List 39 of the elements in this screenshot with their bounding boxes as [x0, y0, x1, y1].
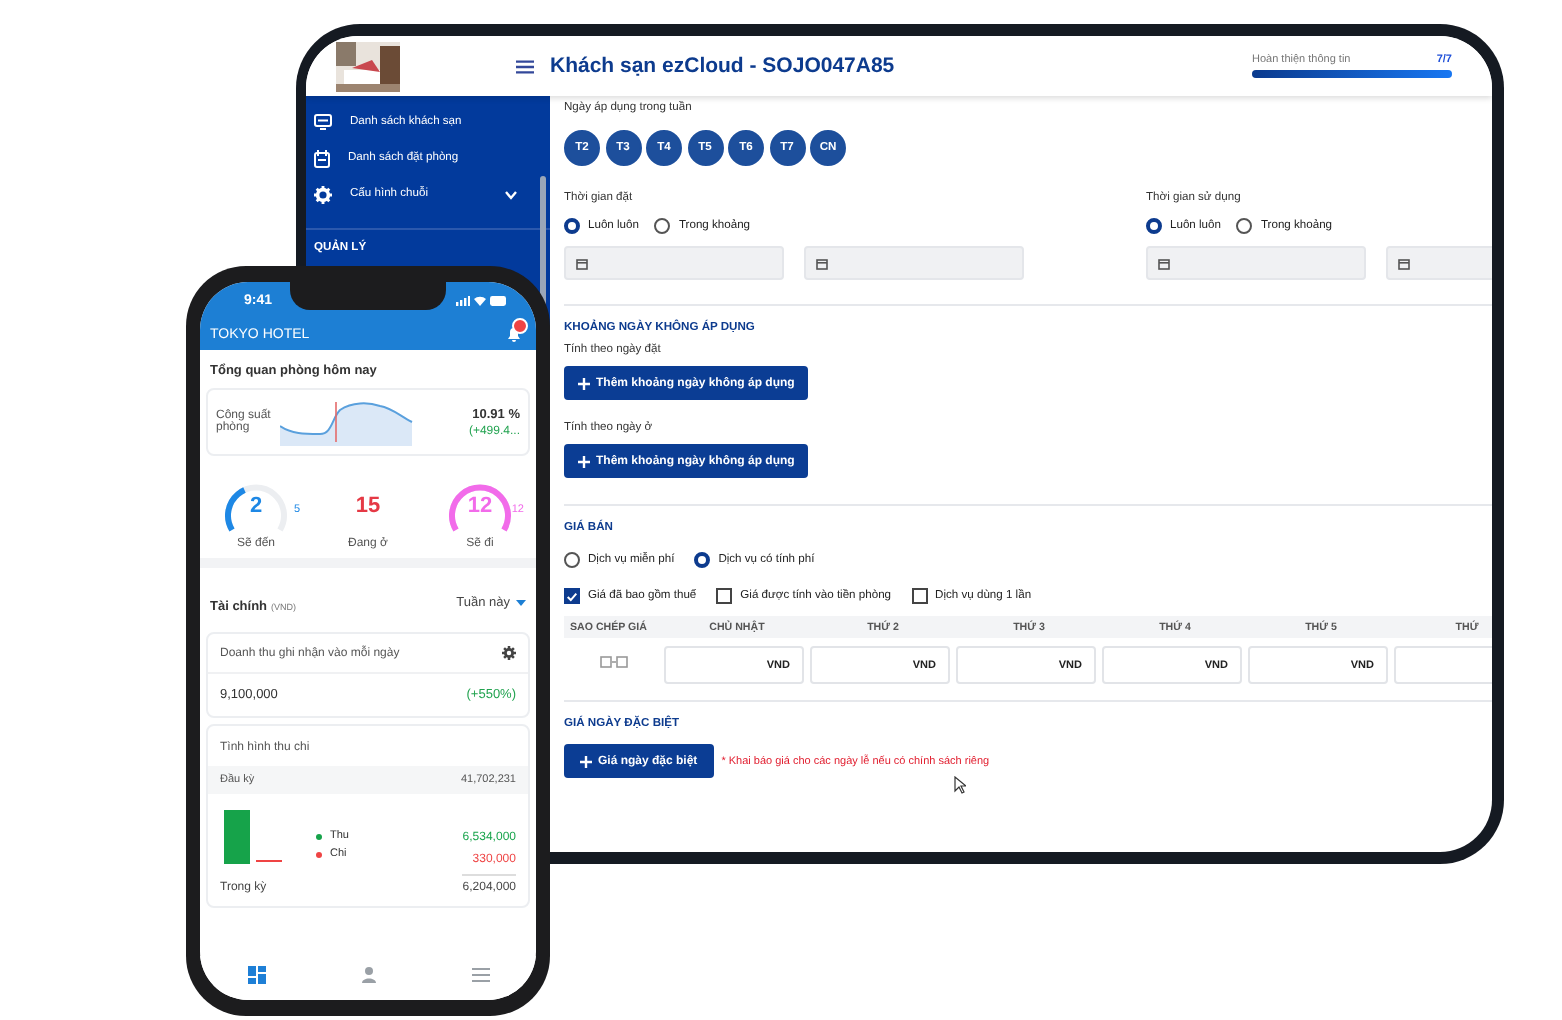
date-field[interactable]	[1146, 246, 1366, 280]
calendar-icon	[816, 257, 828, 269]
notification-badge	[512, 318, 528, 334]
signal-icon	[456, 295, 470, 305]
stat-value: 2	[249, 494, 263, 518]
calendar-icon	[314, 149, 330, 167]
settings-icon[interactable]	[502, 646, 516, 660]
radio-button[interactable]	[1146, 218, 1162, 234]
battery-icon	[490, 295, 508, 305]
price-field[interactable]	[1394, 646, 1492, 684]
plus-icon	[578, 455, 590, 467]
radio-button[interactable]	[1236, 218, 1253, 234]
page-title: Khách sạn ezCloud - SOJO047A85	[550, 54, 895, 78]
wifi-icon	[474, 295, 486, 305]
calendar-icon	[1158, 257, 1170, 269]
stat-value: 12	[467, 494, 493, 518]
radio-button[interactable]	[564, 552, 580, 568]
plus-icon	[578, 377, 590, 389]
radio-button[interactable]	[654, 218, 671, 234]
person-icon[interactable]	[359, 965, 377, 983]
cursor-icon	[954, 776, 966, 794]
radio-button[interactable]	[694, 552, 711, 568]
checkbox[interactable]	[716, 588, 733, 604]
cashflow-bars-drawing	[220, 806, 284, 866]
dashboard-icon[interactable]	[247, 965, 265, 983]
radio-button[interactable]	[564, 218, 580, 234]
monitor-icon	[314, 114, 332, 130]
calendar-icon	[576, 257, 588, 269]
menu-icon[interactable]	[516, 59, 534, 73]
settings-icon	[314, 185, 332, 203]
copy-icon[interactable]	[600, 655, 628, 667]
checkbox[interactable]	[911, 588, 928, 604]
checkbox[interactable]	[564, 588, 580, 604]
plus-icon	[580, 755, 592, 767]
stat-value: 15	[355, 494, 381, 518]
date-field[interactable]	[564, 246, 784, 280]
date-field[interactable]	[804, 246, 1024, 280]
caret-icon	[516, 599, 526, 605]
calendar-icon	[1398, 257, 1410, 269]
